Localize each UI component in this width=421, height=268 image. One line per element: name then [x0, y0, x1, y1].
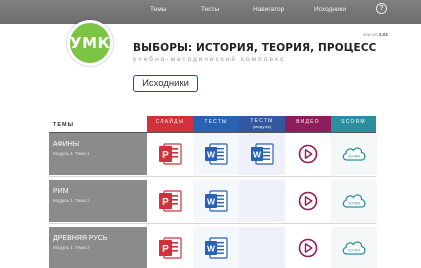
- scorm-cell: SCORM: [331, 133, 377, 175]
- word-icon[interactable]: W: [204, 143, 228, 165]
- svg-text:W: W: [207, 197, 216, 207]
- column-header-slides: СЛАЙДЫ: [147, 116, 193, 132]
- table-row: РИМ Модуль 1. Тема 2 P W SCORM: [49, 180, 377, 222]
- nav-item-themes[interactable]: Темы: [150, 6, 166, 13]
- topic-subtitle: Модуль 1. Тема 1: [53, 151, 90, 156]
- row-divider: [49, 176, 376, 177]
- tests-modules-cell: [239, 227, 285, 268]
- slides-cell: P: [147, 227, 193, 268]
- page-subtitle: учебно-методический комплекс: [133, 56, 286, 63]
- column-header-tests-modules: ТЕСТЫ (модули): [239, 116, 285, 132]
- tests-cell: W: [193, 180, 239, 222]
- themes-column-header: ТЕМЫ: [53, 122, 74, 128]
- topic-title: ДРЕВНЯЯ РУСЬ: [53, 235, 108, 242]
- svg-text:W: W: [207, 150, 216, 160]
- play-icon[interactable]: [296, 190, 320, 212]
- column-header-tests-modules-sub: (модули): [252, 124, 272, 129]
- powerpoint-icon[interactable]: P: [158, 190, 182, 212]
- tests-cell: W: [193, 133, 239, 175]
- svg-text:W: W: [253, 150, 262, 160]
- tests-modules-cell: [239, 180, 285, 222]
- column-header-video: ВИДЕО: [285, 116, 331, 132]
- row-divider: [49, 223, 376, 224]
- help-icon[interactable]: ?: [376, 3, 387, 14]
- play-icon[interactable]: [296, 237, 320, 259]
- page-title: ВЫБОРЫ: ИСТОРИЯ, ТЕОРИЯ, ПРОЦЕСС: [133, 42, 377, 54]
- slides-cell: P: [147, 133, 193, 175]
- table-row: ДРЕВНЯЯ РУСЬ Модуль 1. Тема 3 P W SCORM: [49, 227, 377, 268]
- scorm-icon-label: SCORM: [348, 201, 360, 205]
- play-icon[interactable]: [296, 143, 320, 165]
- version-label-text: версия: [363, 32, 378, 37]
- scorm-icon-label: SCORM: [348, 154, 360, 158]
- scorm-cloud-icon[interactable]: SCORM: [341, 237, 367, 259]
- version-number: 2.03: [378, 32, 388, 37]
- scorm-cloud-icon[interactable]: SCORM: [341, 143, 367, 165]
- topic-title: АФИНЫ: [53, 141, 80, 148]
- video-cell: [285, 227, 331, 268]
- table-row: АФИНЫ Модуль 1. Тема 1 P W W SCORM: [49, 133, 377, 175]
- topic-subtitle: Модуль 1. Тема 3: [53, 245, 90, 250]
- version-label: версия 2.03: [363, 32, 388, 37]
- powerpoint-icon[interactable]: P: [158, 237, 182, 259]
- scorm-cloud-icon[interactable]: SCORM: [341, 190, 367, 212]
- topic-subtitle: Модуль 1. Тема 2: [53, 198, 90, 203]
- column-header-tests: ТЕСТЫ: [193, 116, 239, 132]
- word-icon[interactable]: W: [204, 190, 228, 212]
- svg-text:P: P: [162, 150, 169, 161]
- word-icon[interactable]: W: [250, 143, 274, 165]
- tests-modules-cell: W: [239, 133, 285, 175]
- nav-item-navigator[interactable]: Навигатор: [253, 6, 284, 13]
- top-nav-bar: Темы Тесты Навигатор Исходники ?: [0, 0, 421, 24]
- video-cell: [285, 133, 331, 175]
- scorm-icon-label: SCORM: [348, 248, 360, 252]
- video-cell: [285, 180, 331, 222]
- topic-title: РИМ: [53, 188, 69, 195]
- nav-item-tests[interactable]: Тесты: [201, 6, 219, 13]
- tests-cell: W: [193, 227, 239, 268]
- sources-button[interactable]: Исходники: [133, 75, 198, 92]
- svg-text:W: W: [207, 244, 216, 254]
- svg-text:P: P: [162, 244, 169, 255]
- slides-cell: P: [147, 180, 193, 222]
- nav-item-sources[interactable]: Исходники: [314, 6, 346, 13]
- column-header-scorm: SCORM: [331, 116, 376, 132]
- powerpoint-icon[interactable]: P: [158, 143, 182, 165]
- scorm-cell: SCORM: [331, 180, 377, 222]
- topic-cell[interactable]: РИМ Модуль 1. Тема 2: [49, 180, 147, 222]
- umk-logo[interactable]: УМК: [67, 20, 113, 66]
- topic-cell[interactable]: ДРЕВНЯЯ РУСЬ Модуль 1. Тема 3: [49, 227, 147, 268]
- scorm-cell: SCORM: [331, 227, 377, 268]
- word-icon[interactable]: W: [204, 237, 228, 259]
- svg-text:P: P: [162, 197, 169, 208]
- topic-cell[interactable]: АФИНЫ Модуль 1. Тема 1: [49, 133, 147, 175]
